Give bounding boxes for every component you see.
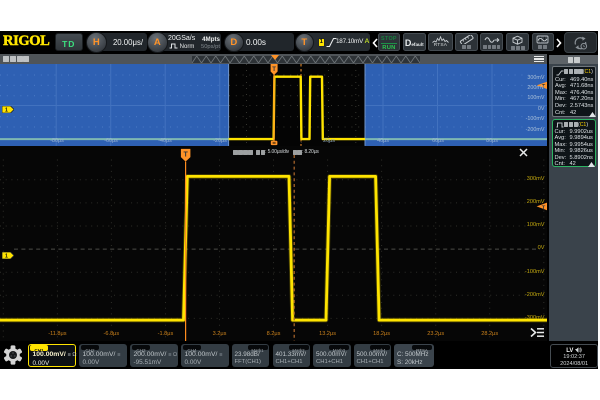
svg-text:1: 1 bbox=[5, 253, 8, 258]
svg-text:T: T bbox=[272, 67, 276, 73]
svg-text:T: T bbox=[184, 151, 189, 158]
svg-text:1: 1 bbox=[5, 108, 8, 113]
svg-text:T: T bbox=[542, 205, 546, 211]
